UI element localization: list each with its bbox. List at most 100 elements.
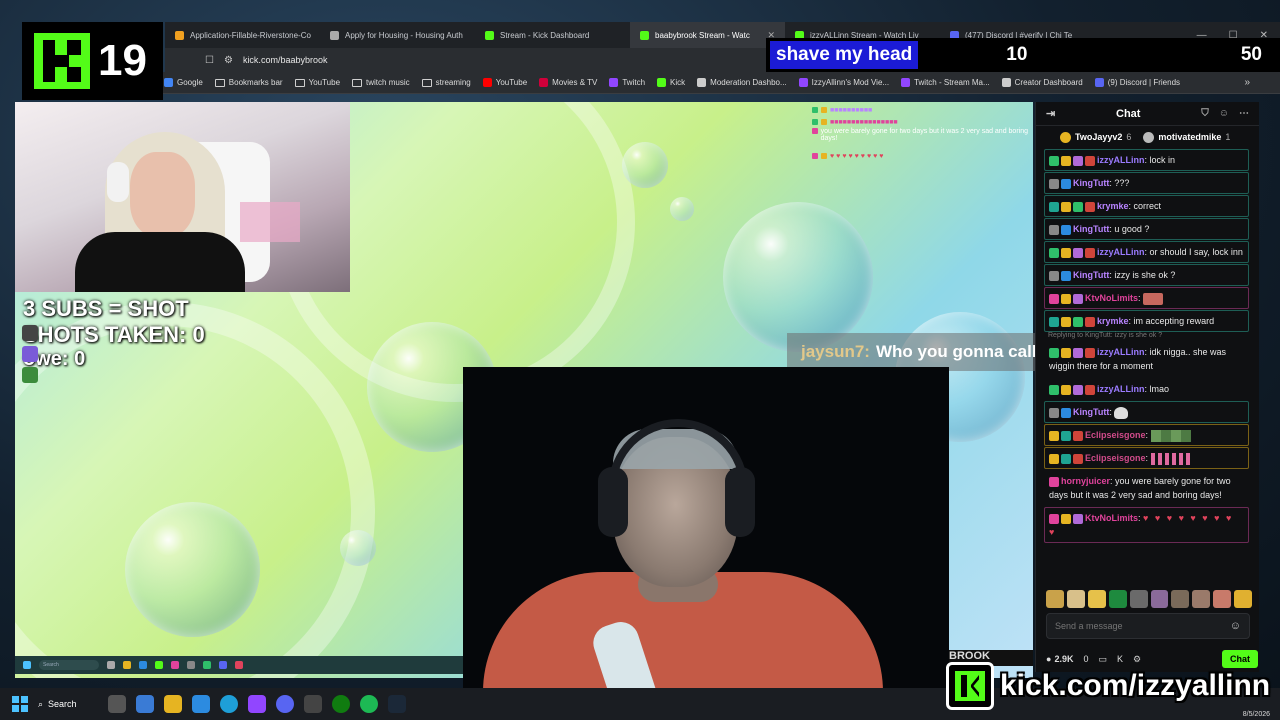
bookmark-item[interactable]: YouTube bbox=[482, 78, 527, 87]
chat-text: u good ? bbox=[1114, 224, 1150, 234]
bookmark-label: Twitch - Stream Ma... bbox=[914, 78, 990, 87]
browser-tab[interactable]: Stream - Kick Dashboard bbox=[475, 22, 630, 48]
bookmark-item[interactable]: Kick bbox=[657, 78, 685, 87]
emote-icon[interactable] bbox=[1234, 590, 1253, 608]
browser-tab[interactable]: baabybrook Stream - Watc ✕ bbox=[630, 22, 785, 48]
chat-badge-icon bbox=[1073, 347, 1083, 358]
chat-badge-icon bbox=[1073, 293, 1083, 304]
chat-username[interactable]: Eclipseisgone bbox=[1085, 453, 1146, 463]
chat-badge-icon bbox=[1049, 224, 1059, 235]
goal-current: 10 bbox=[1006, 44, 1028, 65]
chat-username[interactable]: KtvNoLimits bbox=[1085, 513, 1138, 523]
emote-icon[interactable] bbox=[1087, 590, 1106, 608]
stream-search: Search bbox=[39, 660, 99, 670]
chat-badges bbox=[1049, 293, 1083, 304]
chat-username[interactable]: krymke bbox=[1097, 201, 1129, 211]
chat-badge-icon bbox=[1061, 178, 1071, 189]
emote-icon[interactable] bbox=[1108, 590, 1127, 608]
leaderboard-entry[interactable]: motivatedmike 1 bbox=[1143, 131, 1230, 143]
chat-message-input[interactable] bbox=[1055, 621, 1224, 631]
copilot-icon[interactable] bbox=[136, 695, 154, 713]
windows-start-icon[interactable] bbox=[12, 696, 28, 712]
bookmark-item[interactable]: streaming bbox=[421, 78, 471, 87]
chat-username[interactable]: izzyALLinn bbox=[1097, 384, 1145, 394]
chat-text: lmao bbox=[1149, 384, 1170, 394]
leader-name: TwoJayyv2 bbox=[1075, 132, 1123, 142]
chat-badge-icon bbox=[1061, 316, 1071, 327]
chat-username[interactable]: KingTutt bbox=[1073, 178, 1109, 188]
bookmark-item[interactable]: Google bbox=[164, 78, 203, 87]
chat-username[interactable]: Eclipseisgone bbox=[1085, 430, 1146, 440]
bookmark-item[interactable]: YouTube bbox=[294, 78, 340, 87]
rank-badge-icon bbox=[1060, 131, 1071, 143]
featured-chat-user: jaysun7: bbox=[801, 342, 870, 361]
chat-username[interactable]: KtvNoLimits bbox=[1085, 293, 1138, 303]
browser-tab[interactable]: Apply for Housing - Housing Auth bbox=[320, 22, 475, 48]
browser-tab[interactable]: Application-Fillable-Riverstone-Co bbox=[165, 22, 320, 48]
emote-icon[interactable] bbox=[1213, 590, 1232, 608]
chat-username[interactable]: izzyALLinn bbox=[1097, 155, 1145, 165]
chat-message: izzyALLinn: or should I say, lock inn bbox=[1044, 241, 1249, 263]
bookmark-item[interactable]: Twitch bbox=[609, 78, 645, 87]
emote-icon[interactable] bbox=[1129, 590, 1148, 608]
emote-icon[interactable] bbox=[1171, 590, 1190, 608]
audio-app-icon[interactable] bbox=[304, 695, 322, 713]
chat-username[interactable]: izzyALLinn bbox=[1097, 247, 1145, 257]
chat-username[interactable]: hornyjuicer bbox=[1061, 476, 1110, 486]
chat-text: izzy is she ok ? bbox=[1114, 270, 1176, 280]
file-explorer-icon[interactable] bbox=[164, 695, 182, 713]
site-info-icon[interactable]: ⚙ bbox=[224, 55, 233, 66]
bookmark-item[interactable]: Movies & TV bbox=[539, 78, 597, 87]
emote-icon[interactable] bbox=[1066, 590, 1085, 608]
tab-favicon-icon bbox=[330, 30, 339, 40]
bookmark-item[interactable]: Twitch - Stream Ma... bbox=[901, 78, 990, 87]
spotify-icon[interactable] bbox=[360, 695, 378, 713]
bookmark-item[interactable]: IzzyAllinn's Mod Vie... bbox=[798, 78, 889, 87]
desktop-app-icon[interactable] bbox=[22, 346, 38, 362]
collapse-chat-icon[interactable]: ⇥ bbox=[1046, 107, 1055, 120]
desktop-app-icon[interactable] bbox=[22, 325, 38, 341]
leaderboard-entry[interactable]: TwoJayyv2 6 bbox=[1060, 131, 1131, 143]
bookmark-favicon-icon bbox=[164, 78, 173, 87]
kick-counter-overlay: 19 bbox=[22, 22, 163, 100]
shield-icon[interactable]: ⛉ bbox=[1201, 108, 1209, 119]
discord-icon[interactable] bbox=[276, 695, 294, 713]
bookmark-item[interactable]: Bookmarks bar bbox=[214, 78, 283, 87]
bookmark-label: streaming bbox=[435, 78, 471, 87]
app-icon bbox=[155, 661, 163, 669]
emote-icon[interactable] bbox=[1046, 590, 1064, 608]
bookmark-item[interactable]: Creator Dashboard bbox=[1001, 78, 1083, 87]
url-field[interactable]: kick.com/baabybrook bbox=[243, 55, 328, 65]
tab-favicon-icon bbox=[175, 30, 184, 40]
desktop-app-icon[interactable] bbox=[22, 367, 38, 383]
webcam-streamer bbox=[15, 102, 350, 292]
chat-username[interactable]: krymke bbox=[1097, 316, 1129, 326]
chat-username[interactable]: KingTutt bbox=[1073, 407, 1109, 417]
edge-icon[interactable] bbox=[220, 695, 238, 713]
bookmark-item[interactable]: (9) Discord | Friends bbox=[1094, 78, 1180, 87]
chat-messages: izzyALLinn: lock in KingTutt: ??? krymke: … bbox=[1036, 149, 1259, 543]
store-icon[interactable] bbox=[192, 695, 210, 713]
bookmark-item[interactable]: twitch music bbox=[352, 78, 410, 87]
taskbar-search[interactable]: ⌕ Search bbox=[38, 699, 98, 710]
emoji-picker-icon[interactable]: ☺ bbox=[1230, 620, 1241, 632]
twitch-icon[interactable] bbox=[248, 695, 266, 713]
more-icon[interactable]: ⋯ bbox=[1239, 108, 1249, 119]
chat-message: KingTutt: ??? bbox=[1044, 172, 1249, 194]
webcam-viewer bbox=[463, 367, 949, 720]
bookmark-favicon-icon bbox=[609, 78, 619, 87]
task-view-icon[interactable] bbox=[108, 695, 126, 713]
chat-username[interactable]: KingTutt bbox=[1073, 270, 1109, 280]
bookmarks-overflow-icon[interactable]: » bbox=[1244, 77, 1250, 88]
users-icon[interactable]: ☺ bbox=[1219, 108, 1229, 119]
chat-username[interactable]: KingTutt bbox=[1073, 224, 1109, 234]
steam-icon[interactable] bbox=[388, 695, 406, 713]
chat-username[interactable]: izzyALLinn bbox=[1097, 347, 1145, 357]
overlay-chat-row: ■■■■■■■■■■■■■■■■ bbox=[812, 116, 1032, 128]
bookmark-icon[interactable]: ☐ bbox=[205, 55, 214, 66]
xbox-icon[interactable] bbox=[332, 695, 350, 713]
emote-icon[interactable] bbox=[1192, 590, 1211, 608]
kick-url-overlay: kick.com/izzyallinn bbox=[946, 656, 1280, 716]
emote-icon[interactable] bbox=[1150, 590, 1169, 608]
bookmark-item[interactable]: Moderation Dashbo... bbox=[697, 78, 787, 87]
